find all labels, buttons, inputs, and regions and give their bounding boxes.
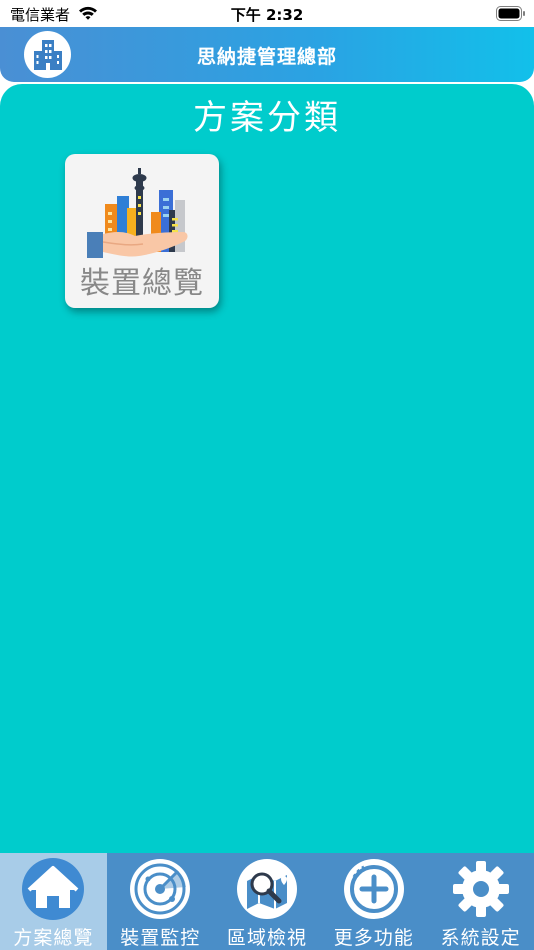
status-time: 下午 2:32	[230, 6, 304, 24]
tab-more-functions[interactable]: 更多功能	[320, 853, 427, 950]
header-title: 思納捷管理總部	[196, 46, 337, 68]
map-search-icon	[236, 859, 297, 919]
plus-circle-icon	[343, 859, 404, 919]
section-title: 方案分類	[193, 98, 341, 138]
tab-label: 區域檢視	[226, 927, 307, 949]
main-content: 方案分類 裝置總覽	[0, 84, 534, 853]
tab-system-settings[interactable]: 系統設定	[427, 853, 534, 950]
city-in-hand-icon	[87, 168, 188, 258]
tab-label: 方案總覽	[13, 927, 94, 949]
tab-device-monitor[interactable]: 裝置監控	[107, 853, 214, 950]
app-header: 思納捷管理總部	[0, 27, 534, 82]
tab-area-view[interactable]: 區域檢視	[214, 853, 321, 950]
tab-label: 裝置監控	[120, 927, 201, 949]
tab-label: 更多功能	[333, 927, 414, 949]
tab-bar: 方案總覽 裝置監控 區域檢視 更多功能 系統設定	[0, 853, 534, 950]
tab-label: 系統設定	[440, 927, 521, 949]
battery-icon	[496, 6, 525, 21]
tile-label: 裝置總覽	[80, 266, 204, 301]
gear-icon	[452, 861, 509, 917]
tab-plan-overview[interactable]: 方案總覽	[0, 853, 107, 950]
tile-device-overview[interactable]: 裝置總覽	[65, 154, 219, 308]
status-bar: 電信業者 下午 2:32	[0, 0, 534, 27]
radar-icon	[130, 859, 191, 919]
home-icon	[22, 858, 85, 920]
